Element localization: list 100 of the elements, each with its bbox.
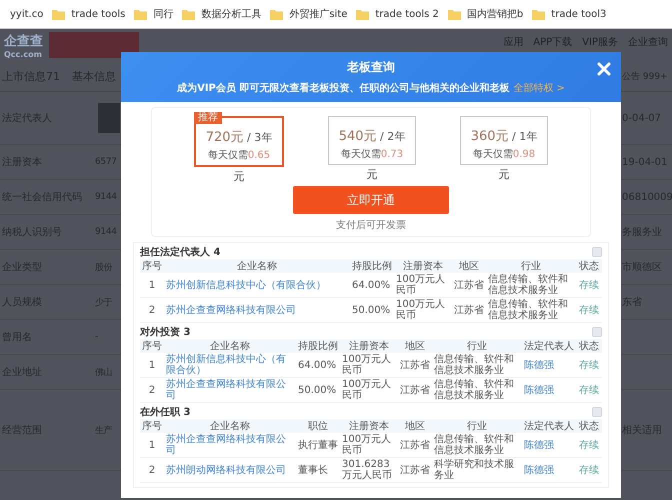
section-title: 对外投资 3 [140, 326, 190, 339]
bookmark[interactable]: yyit.co [0, 8, 44, 20]
column-header: 序号 [140, 339, 164, 353]
table-cell: 100万元人民币 [394, 298, 452, 322]
column-header: 地区 [398, 419, 432, 433]
table-cell: 存续 [576, 378, 602, 402]
column-header: 状态 [576, 259, 602, 273]
bookmark[interactable]: 同行 [134, 7, 174, 21]
table-cell: 存续 [576, 273, 602, 298]
folder-icon [134, 8, 148, 20]
bookmark[interactable]: trade tool3 [532, 8, 606, 20]
table-cell: 1 [140, 433, 164, 458]
privileges-link[interactable]: 全部特权 > [513, 81, 565, 95]
table-cell: 64.00% [296, 353, 340, 378]
table-cell: 存续 [576, 433, 602, 458]
table-link[interactable]: 陈德强 [522, 378, 576, 402]
table-link[interactable]: 苏州朗动网络科技有限公司 [164, 458, 296, 482]
column-header: 行业 [432, 339, 522, 353]
table-cell: 信息传输、软件和信息技术服务业 [432, 353, 522, 378]
close-button[interactable] [595, 60, 613, 78]
column-header: 序号 [140, 419, 164, 433]
table-cell: 江苏省 [398, 378, 432, 402]
column-header: 注册资本 [394, 259, 452, 273]
unit-label: 元 [498, 167, 510, 182]
table-cell: 64.00% [350, 273, 394, 298]
table-cell: 科学研究和技术服务业 [432, 458, 522, 482]
table-cell: 董事长 [296, 458, 340, 482]
section-title: 在外任职 3 [140, 406, 190, 419]
column-header: 职位 [296, 419, 340, 433]
table-cell: 2 [140, 378, 164, 402]
table-link[interactable]: 苏州创新信息科技中心（有限合伙） [164, 353, 296, 378]
table-cell: 1 [140, 353, 164, 378]
table-link[interactable]: 陈德强 [522, 458, 576, 482]
bookmark[interactable]: 国内营销把b [448, 7, 524, 21]
table-cell: 301.6283万元人民币 [340, 458, 398, 482]
table-cell: 100万元人民币 [340, 433, 398, 458]
table-cell: 1 [140, 273, 164, 298]
field-value: - [94, 332, 98, 342]
table-cell: 存续 [576, 298, 602, 322]
column-header: 状态 [576, 419, 602, 433]
avatar-placeholder [98, 103, 120, 133]
table-link[interactable]: 苏州企查查网络科技有限公司 [164, 298, 350, 322]
folder-icon [52, 8, 66, 20]
folder-icon [182, 8, 196, 20]
bookmark[interactable]: trade tools 2 [356, 8, 439, 20]
folder-icon [356, 8, 370, 20]
column-header: 行业 [432, 419, 522, 433]
section-title: 担任法定代表人 4 [140, 245, 220, 259]
table-cell: 存续 [576, 353, 602, 378]
table-cell: 100万元人民币 [340, 378, 398, 402]
table-link[interactable]: 苏州企查查网络科技有限公司 [164, 433, 296, 458]
unit-label: 元 [234, 169, 244, 184]
column-header: 序号 [140, 259, 164, 273]
table-cell: 2 [140, 458, 164, 482]
column-header: 企业名称 [164, 259, 350, 273]
table-cell: 信息传输、软件和信息技术服务业 [432, 378, 522, 402]
table-cell: 江苏省 [398, 458, 432, 482]
plan-option[interactable]: 360元 / 1年 每天仅需0.98 [460, 116, 548, 165]
table-cell: 江苏省 [398, 353, 432, 378]
table-cell: 存续 [576, 458, 602, 482]
table-link[interactable]: 陈德强 [522, 433, 576, 458]
bookmark[interactable]: 数据分析工具 [182, 7, 262, 21]
recommend-badge: 推荐 [194, 112, 222, 124]
column-header: 行业 [486, 259, 576, 273]
table-cell: 执行董事 [296, 433, 340, 458]
bookmark[interactable]: trade tools [52, 8, 126, 20]
table-cell: 江苏省 [452, 273, 486, 298]
table-link[interactable]: 陈德强 [522, 353, 576, 378]
bookmark[interactable]: 外贸推广site [270, 7, 348, 21]
column-header: 注册资本 [340, 339, 398, 353]
table-cell: 100万元人民币 [340, 353, 398, 378]
table-link[interactable]: 苏州创新信息科技中心（有限合伙） [164, 273, 350, 298]
plan-option[interactable]: 540元 / 2年 每天仅需0.73 [328, 116, 416, 165]
table-cell: 江苏省 [398, 433, 432, 458]
table-cell: 信息传输、软件和信息技术服务业 [486, 273, 576, 298]
column-header: 注册资本 [340, 419, 398, 433]
column-header: 持股比例 [296, 339, 340, 353]
folder-icon [270, 8, 284, 20]
table-cell: 信息传输、软件和信息技术服务业 [432, 433, 522, 458]
unit-label: 元 [366, 167, 378, 182]
table-cell: 信息传输、软件和信息技术服务业 [486, 298, 576, 322]
invoice-note: 支付后可开发票 [336, 218, 406, 232]
site-logo[interactable]: 企查查 Qcc.com [4, 32, 43, 58]
table-link[interactable]: 苏州企查查网络科技有限公司 [164, 378, 296, 402]
close-icon [597, 62, 611, 76]
table-cell: 2 [140, 298, 164, 322]
dialog-subtitle: 成为VIP会员 即可无限次查看老板投资、任职的公司与他相关的企业和老板 [177, 82, 510, 95]
column-header: 地区 [452, 259, 486, 273]
column-header: 企业名称 [164, 419, 296, 433]
table-cell: 100万元人民币 [394, 273, 452, 298]
table-cell: 江苏省 [452, 298, 486, 322]
folder-icon [532, 8, 546, 20]
column-header: 法定代表人 [522, 419, 576, 433]
column-header: 地区 [398, 339, 432, 353]
table-cell: 50.00% [350, 298, 394, 322]
column-header: 状态 [576, 339, 602, 353]
dialog-title: 老板查询 [347, 59, 395, 76]
subscribe-button[interactable]: 立即开通 [293, 186, 449, 214]
column-header: 企业名称 [164, 339, 296, 353]
column-header: 法定代表人 [522, 339, 576, 353]
